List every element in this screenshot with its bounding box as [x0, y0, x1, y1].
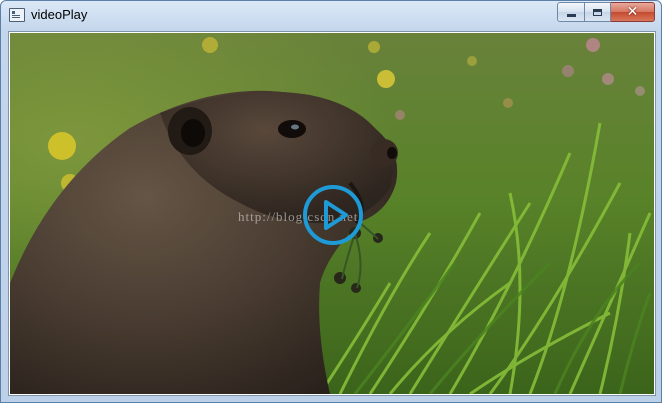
window-controls: ✕	[557, 2, 655, 22]
maximize-button[interactable]	[585, 2, 611, 22]
minimize-icon	[566, 13, 576, 17]
maximize-icon	[593, 8, 602, 16]
window-title: videoPlay	[31, 7, 88, 22]
app-window: videoPlay ✕ http://blog.csdn.net	[0, 0, 662, 403]
close-button[interactable]: ✕	[611, 2, 655, 22]
video-frame[interactable]: http://blog.csdn.net	[10, 33, 654, 394]
title-bar[interactable]: videoPlay ✕	[1, 1, 661, 31]
client-area: http://blog.csdn.net	[8, 31, 656, 396]
close-icon: ✕	[626, 4, 639, 20]
play-button[interactable]	[301, 183, 365, 247]
window-icon[interactable]	[9, 8, 25, 22]
minimize-button[interactable]	[557, 2, 585, 22]
play-icon	[303, 185, 363, 245]
